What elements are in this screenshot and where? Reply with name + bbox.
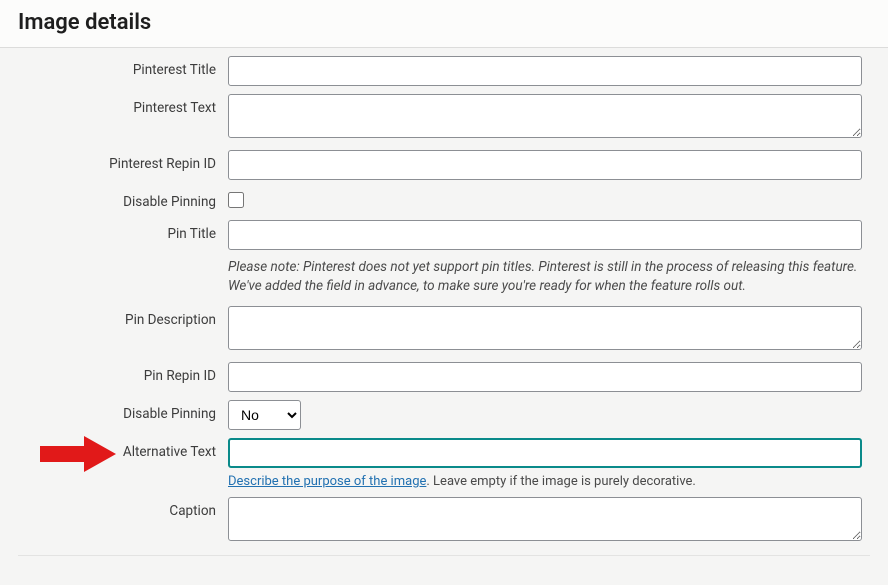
checkbox-disable-pinning[interactable] bbox=[228, 192, 244, 208]
label-pinterest-repin-id: Pinterest Repin ID bbox=[0, 150, 228, 172]
arrow-right-icon bbox=[36, 434, 120, 474]
divider bbox=[18, 555, 870, 556]
label-pin-repin-id: Pin Repin ID bbox=[0, 362, 228, 384]
field-disable-pinning-select: Disable Pinning No Yes bbox=[0, 396, 888, 434]
label-disable-pinning-checkbox: Disable Pinning bbox=[0, 188, 228, 210]
field-pin-description: Pin Description bbox=[0, 302, 888, 358]
label-pinterest-text: Pinterest Text bbox=[0, 94, 228, 116]
select-disable-pinning[interactable]: No Yes bbox=[228, 400, 301, 430]
red-arrow-annotation bbox=[36, 434, 120, 474]
dialog-header: Image details bbox=[0, 0, 888, 48]
image-details-form: Pinterest Title Pinterest Text Pinterest… bbox=[0, 48, 888, 556]
label-pinterest-title: Pinterest Title bbox=[0, 56, 228, 78]
input-pin-description[interactable] bbox=[228, 306, 862, 350]
input-alternative-text[interactable] bbox=[228, 438, 862, 468]
input-pinterest-text[interactable] bbox=[228, 94, 862, 138]
field-pin-repin-id: Pin Repin ID bbox=[0, 358, 888, 396]
field-caption: Caption bbox=[0, 493, 888, 549]
field-pinterest-text: Pinterest Text bbox=[0, 90, 888, 146]
input-pinterest-title[interactable] bbox=[228, 56, 862, 86]
input-pin-repin-id[interactable] bbox=[228, 362, 862, 392]
alternative-text-help: Describe the purpose of the image. Leave… bbox=[228, 468, 862, 489]
label-disable-pinning-select: Disable Pinning bbox=[0, 400, 228, 422]
pin-title-note: Please note: Pinterest does not yet supp… bbox=[228, 256, 862, 296]
field-pin-title: Pin Title bbox=[0, 216, 888, 254]
page-title: Image details bbox=[18, 10, 870, 35]
label-pin-title: Pin Title bbox=[0, 220, 228, 242]
alternative-text-help-suffix: . Leave empty if the image is purely dec… bbox=[426, 474, 695, 489]
label-pin-description: Pin Description bbox=[0, 306, 228, 328]
label-caption: Caption bbox=[0, 497, 228, 519]
input-caption[interactable] bbox=[228, 497, 862, 541]
input-pinterest-repin-id[interactable] bbox=[228, 150, 862, 180]
field-pinterest-repin-id: Pinterest Repin ID bbox=[0, 146, 888, 184]
input-pin-title[interactable] bbox=[228, 220, 862, 250]
field-alternative-text: Alternative Text Describe the purpose of… bbox=[0, 434, 888, 493]
link-describe-purpose[interactable]: Describe the purpose of the image bbox=[228, 474, 426, 489]
field-disable-pinning-checkbox: Disable Pinning bbox=[0, 184, 888, 216]
pin-title-note-row: Please note: Pinterest does not yet supp… bbox=[0, 254, 888, 302]
field-pinterest-title: Pinterest Title bbox=[0, 52, 888, 90]
